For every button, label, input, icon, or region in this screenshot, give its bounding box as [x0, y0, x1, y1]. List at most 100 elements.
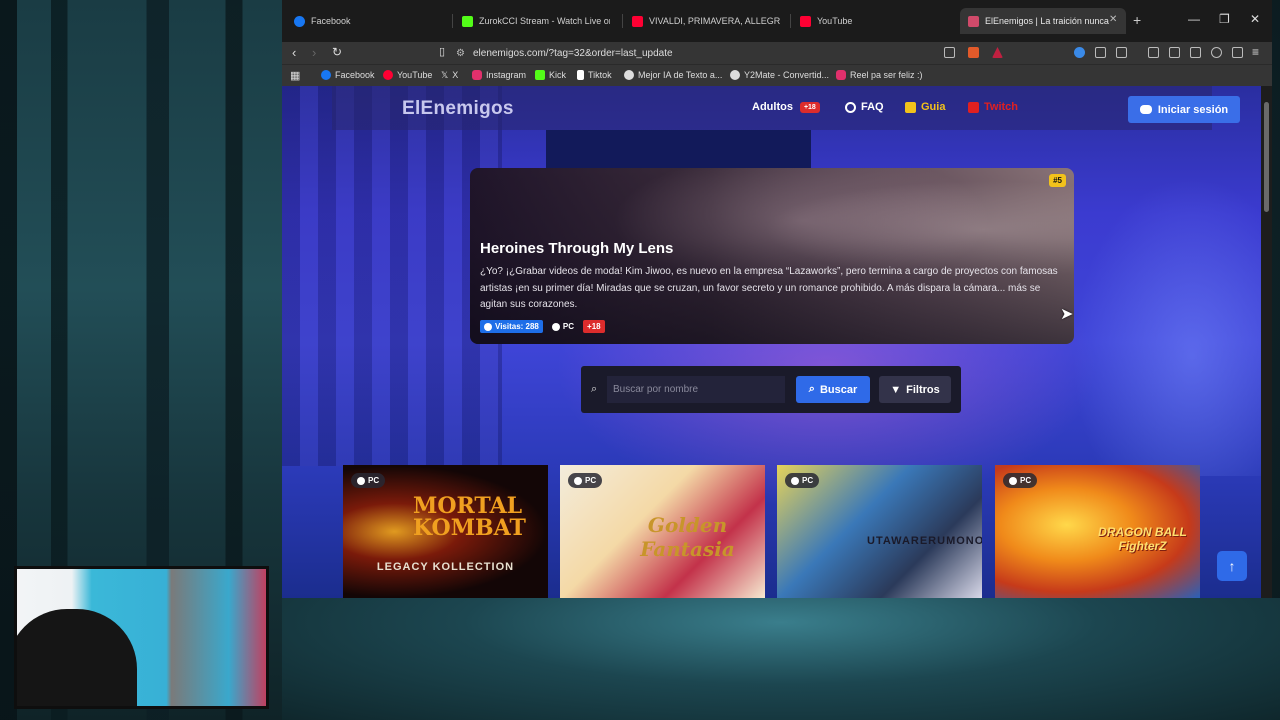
brave-shield-icon[interactable]: [968, 47, 979, 58]
webcam-overlay: [14, 566, 269, 709]
close-tab-icon[interactable]: ✕: [1109, 14, 1117, 25]
back-icon[interactable]: ‹: [292, 45, 296, 60]
bookmark-ia-texto[interactable]: Mejor IA de Texto a...: [624, 70, 722, 80]
extension-icon[interactable]: [1074, 47, 1085, 58]
bookmark-icon[interactable]: ▯: [439, 45, 445, 58]
bookmark-y2mate[interactable]: Y2Mate - Convertid...: [730, 70, 829, 80]
game-subtitle: LEGACY KOLLECTION: [376, 561, 515, 573]
steam-icon: [791, 476, 799, 485]
nav-adultos[interactable]: Adultos +18: [752, 101, 820, 113]
bookmark-x[interactable]: 𝕏 X: [441, 70, 458, 80]
rank-badge: #5: [1049, 174, 1066, 187]
sidebar-icon[interactable]: [1169, 47, 1180, 58]
twitch-icon: [968, 101, 979, 113]
bookmark-reel[interactable]: Reel pa ser feliz :): [836, 70, 923, 80]
new-tab-button[interactable]: +: [1133, 12, 1141, 28]
platform-badge: PC: [548, 320, 578, 333]
tab-vivaldi-youtube[interactable]: VIVALDI, PRIMAVERA, ALLEGRO - YouTube: [628, 10, 780, 32]
website-viewport: ElEnemigos Adultos +18 FAQ Guia Twitch I…: [282, 86, 1272, 598]
bookmark-instagram[interactable]: Instagram: [472, 70, 526, 80]
bookmark-kick[interactable]: Kick: [535, 70, 566, 80]
eye-icon: [484, 322, 492, 331]
forward-icon[interactable]: ›: [312, 45, 316, 60]
nav-twitch[interactable]: Twitch: [968, 101, 1018, 113]
x-icon: 𝕏: [441, 70, 449, 80]
room-bookshelf-illustration: [282, 86, 502, 466]
mouse-cursor-icon: ➤: [1060, 306, 1074, 323]
views-badge: Visitas: 288: [480, 320, 543, 333]
site-logo[interactable]: ElEnemigos: [402, 98, 514, 120]
restore-icon[interactable]: ❐: [1219, 12, 1230, 26]
featured-description: ¿Yo? ¡¿Grabar videos de moda! Kim Jiwoo,…: [480, 266, 1058, 310]
tab-search-icon[interactable]: [1116, 47, 1127, 58]
featured-tags: Visitas: 288 PC +18: [480, 320, 605, 333]
menu-icon[interactable]: ≡: [1252, 45, 1259, 59]
steam-icon: [574, 476, 582, 485]
search-icon: ⌕: [808, 383, 815, 395]
tab-kick-stream[interactable]: ZurokCCI Stream - Watch Live on Kick: [458, 10, 610, 32]
bookmark-youtube[interactable]: YouTube: [383, 70, 432, 80]
site-settings-icon[interactable]: ⚙: [456, 48, 465, 59]
browser-window: Facebook ZurokCCI Stream - Watch Live on…: [282, 0, 1272, 598]
filters-button[interactable]: ▼ Filtros: [879, 376, 951, 403]
brave-rewards-icon[interactable]: [992, 47, 1003, 58]
facebook-icon: [294, 15, 305, 27]
featured-title[interactable]: Heroines Through My Lens: [480, 240, 673, 257]
apps-grid-icon[interactable]: ▦: [290, 69, 300, 82]
bookmark-tiktok[interactable]: Tiktok: [577, 70, 612, 80]
night-window-illustration: [546, 130, 811, 170]
platform-badge: PC: [1003, 473, 1038, 488]
tab-youtube[interactable]: YouTube: [796, 10, 946, 32]
tab-strip: Facebook ZurokCCI Stream - Watch Live on…: [282, 0, 1272, 42]
game-card-dragon-ball[interactable]: PC DRAGON BALL FighterZ: [995, 465, 1200, 598]
kick-icon: [462, 15, 473, 27]
bookmark-facebook[interactable]: Facebook: [321, 70, 375, 80]
search-input[interactable]: [607, 376, 785, 403]
nav-guia[interactable]: Guia: [905, 101, 945, 113]
address-bar-row: ‹ › ↻ ▯ ⚙ elenemigos.com/?tag=32&order=l…: [282, 42, 1272, 64]
game-title: Golden Fantasia: [640, 513, 735, 561]
search-button[interactable]: ⌕ Buscar: [796, 376, 870, 403]
desktop-lake-background: [282, 598, 1280, 720]
minimize-icon[interactable]: —: [1188, 12, 1200, 26]
reload-icon[interactable]: ↻: [332, 45, 342, 59]
bookmarks-bar: ▦ Facebook YouTube 𝕏 X Instagram Kick Ti…: [282, 64, 1272, 86]
scrollbar-thumb[interactable]: [1264, 102, 1269, 212]
platform-badge: PC: [351, 473, 386, 488]
platform-badge: PC: [568, 473, 603, 488]
youtube-icon: [632, 15, 643, 27]
leo-ai-icon[interactable]: [1211, 47, 1222, 58]
steam-icon: [357, 476, 365, 485]
game-title: UTAWARERUMONO: [867, 535, 982, 547]
platform-badge: PC: [785, 473, 820, 488]
filter-icon: ▼: [890, 383, 902, 396]
facebook-icon: [321, 70, 331, 80]
featured-game-card[interactable]: #5 Heroines Through My Lens ¿Yo? ¡¿Graba…: [470, 168, 1074, 344]
steam-icon: [551, 322, 560, 331]
game-card-mortal-kombat[interactable]: PC MORTAL KOMBAT LEGACY KOLLECTION: [343, 465, 548, 598]
tab-facebook[interactable]: Facebook: [290, 10, 440, 32]
book-icon: [905, 101, 916, 113]
question-icon: [845, 101, 856, 113]
wallet-icon[interactable]: [1190, 47, 1201, 58]
game-card-golden-fantasia[interactable]: PC Golden Fantasia: [560, 465, 765, 598]
login-button[interactable]: Iniciar sesión: [1128, 96, 1240, 123]
url-field[interactable]: ⚙ elenemigos.com/?tag=32&order=last_upda…: [456, 43, 956, 63]
media-icon[interactable]: [1148, 47, 1159, 58]
nav-faq[interactable]: FAQ: [845, 101, 884, 113]
search-bar: ⌕ ⌕ Buscar ▼ Filtros: [581, 366, 961, 413]
game-card-utawarerumono[interactable]: PC UTAWARERUMONO: [777, 465, 982, 598]
youtube-icon: [800, 15, 811, 27]
discord-icon: [1139, 105, 1152, 114]
share-icon[interactable]: [944, 47, 955, 58]
website-icon: [730, 70, 740, 80]
page-scrollbar[interactable]: [1261, 86, 1272, 598]
scroll-to-top-button[interactable]: ↑: [1217, 551, 1247, 581]
vpn-icon[interactable]: [1232, 47, 1243, 58]
tab-elenemigos-active[interactable]: ElEnemigos | La traición nunca vende: [960, 8, 1126, 34]
close-window-icon[interactable]: ✕: [1250, 12, 1260, 26]
adult-badge: +18: [583, 320, 605, 333]
extensions-icon[interactable]: [1095, 47, 1106, 58]
elenemigos-favicon-icon: [968, 15, 979, 27]
site-header: ElEnemigos Adultos +18 FAQ Guia Twitch I…: [332, 86, 1240, 130]
